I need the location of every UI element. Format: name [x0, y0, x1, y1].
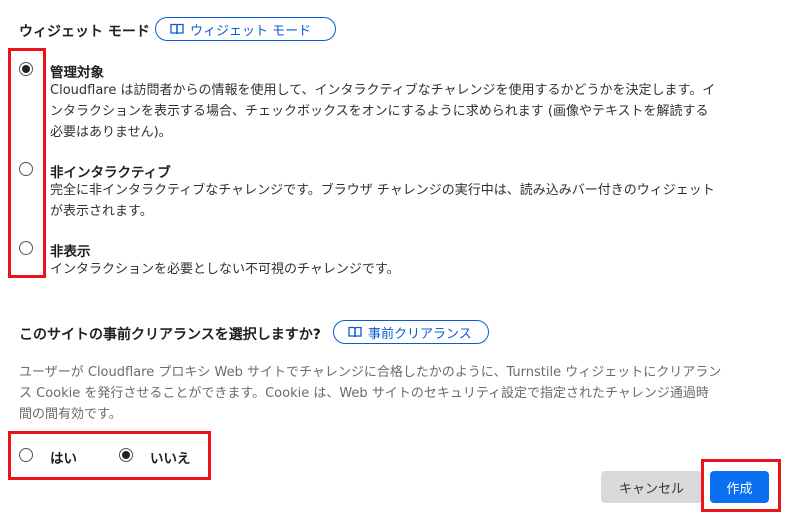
radio-selected-dot — [22, 65, 30, 73]
radio-no[interactable] — [119, 448, 133, 462]
option-managed-desc-line: Cloudflare は訪問者からの情報を使用して、インタラクティブなチャレンジ… — [50, 83, 716, 98]
radio-invisible[interactable] — [19, 241, 33, 255]
pre-clearance-description: ユーザーが Cloudflare プロキシ Web サイトでチャレンジに合格した… — [19, 362, 789, 425]
option-non-interactive-desc-line: 完全に非インタラクティブなチャレンジです。ブラウザ チャレンジの実行中は、読み込… — [50, 183, 715, 198]
book-icon — [170, 23, 184, 35]
option-managed-title: 管理対象 — [50, 65, 104, 81]
widget-mode-title: ウィジェット モード — [19, 24, 150, 40]
radio-selected-dot — [122, 451, 130, 459]
radio-no-label[interactable]: いいえ — [150, 447, 191, 467]
pre-clearance-desc-line: 間の間有効です。 — [19, 407, 122, 422]
option-managed-description: Cloudflare は訪問者からの情報を使用して、インタラクティブなチャレンジ… — [50, 80, 790, 143]
pre-clearance-desc-line: ユーザーが Cloudflare プロキシ Web サイトでチャレンジに合格した… — [19, 365, 722, 380]
option-non-interactive-desc-line: が表示されます。 — [50, 204, 153, 219]
widget-mode-doc-link-label: ウィジェット モード — [190, 23, 312, 39]
option-non-interactive-description: 完全に非インタラクティブなチャレンジです。ブラウザ チャレンジの実行中は、読み込… — [50, 180, 790, 222]
pre-clearance-question: このサイトの事前クリアランスを選択しますか? — [19, 327, 321, 343]
radio-yes-label[interactable]: はい — [50, 447, 77, 467]
option-invisible-description: インタラクションを必要としない不可視のチャレンジです。 — [50, 259, 790, 280]
option-invisible-desc-line: インタラクションを必要としない不可視のチャレンジです。 — [50, 262, 400, 277]
radio-yes[interactable] — [19, 448, 33, 462]
book-icon — [348, 326, 362, 338]
option-managed-desc-line: 必要はありません)。 — [50, 125, 172, 140]
create-button[interactable]: 作成 — [710, 471, 769, 503]
option-managed-desc-line: ンタラクションを表示する場合、チェックボックスをオンにするように求められます (… — [50, 104, 709, 119]
option-invisible-title: 非表示 — [50, 244, 91, 260]
option-non-interactive-title: 非インタラクティブ — [50, 165, 171, 181]
cancel-button[interactable]: キャンセル — [601, 471, 702, 503]
widget-mode-doc-link[interactable]: ウィジェット モード — [155, 17, 336, 41]
pre-clearance-doc-link[interactable]: 事前クリアランス — [333, 320, 489, 344]
radio-managed[interactable] — [19, 62, 33, 76]
pre-clearance-doc-link-label: 事前クリアランス — [368, 326, 472, 342]
radio-non-interactive[interactable] — [19, 162, 33, 176]
pre-clearance-desc-line: ス Cookie を発行させることができます。Cookie は、Web サイトの… — [19, 386, 709, 401]
